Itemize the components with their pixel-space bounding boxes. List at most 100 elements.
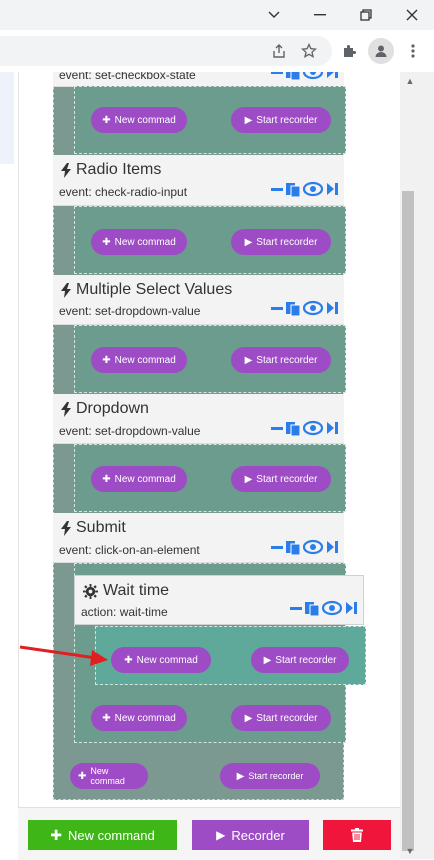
start-recorder-button[interactable]: ▶ Start recorder <box>231 347 331 373</box>
new-command-button[interactable]: ✚ New commad <box>111 647 211 673</box>
copy-icon[interactable] <box>305 600 319 616</box>
minus-icon[interactable] <box>271 420 283 436</box>
play-step-icon[interactable] <box>326 300 338 316</box>
lightning-icon <box>61 162 71 178</box>
play-step-icon[interactable] <box>326 420 338 436</box>
eye-icon[interactable] <box>303 420 323 436</box>
puzzle-icon[interactable] <box>336 38 362 64</box>
eye-icon[interactable] <box>303 181 323 197</box>
red-arrow-annotation <box>19 645 108 666</box>
new-command-button[interactable]: ✚ New commad <box>91 347 187 373</box>
tab-search-button[interactable] <box>252 0 296 30</box>
star-icon[interactable] <box>296 38 322 64</box>
lightning-icon <box>61 282 71 298</box>
page-scrollbar[interactable]: ▲ ▼ <box>400 72 434 859</box>
command-action: action: wait-time <box>81 605 168 619</box>
kebab-menu-icon[interactable] <box>400 38 426 64</box>
plus-icon: ✚ <box>102 236 111 248</box>
play-step-icon[interactable] <box>326 539 338 555</box>
minus-icon[interactable] <box>271 181 283 197</box>
plus-icon: ✚ <box>102 473 111 485</box>
command-title: Dropdown <box>61 400 149 418</box>
minimize-button[interactable] <box>298 0 342 30</box>
lightning-icon <box>61 401 71 417</box>
command-header-radio[interactable]: Radio Items event: check-radio-input <box>53 155 344 206</box>
start-recorder-button[interactable]: ▶ Start recorder <box>231 466 331 492</box>
command-body: ✚ New commad ▶ Start recorder <box>74 444 346 512</box>
close-icon <box>406 9 418 21</box>
minus-icon[interactable] <box>290 600 302 616</box>
command-body: ✚ New commad ▶ Start recorder <box>74 206 346 274</box>
new-command-main-button[interactable]: ✚ New command <box>28 820 177 850</box>
plus-icon: ✚ <box>124 654 133 666</box>
play-step-icon[interactable] <box>326 181 338 197</box>
gear-icon <box>83 583 98 599</box>
minimize-icon <box>314 14 326 16</box>
eye-icon[interactable] <box>303 72 323 80</box>
scroll-up-arrow-icon[interactable]: ▲ <box>403 74 417 88</box>
scroll-down-arrow-icon[interactable]: ▼ <box>403 844 417 858</box>
browser-toolbar <box>0 30 434 73</box>
copy-icon[interactable] <box>286 300 300 316</box>
recorder-main-button[interactable]: ▶ Recorder <box>192 820 309 850</box>
close-window-button[interactable] <box>390 0 434 30</box>
eye-icon[interactable] <box>303 300 323 316</box>
new-command-button[interactable]: ✚ New commad <box>91 107 187 133</box>
minus-icon[interactable] <box>271 72 283 80</box>
command-header-checkbox[interactable]: event: set-checkbox-state <box>53 72 344 87</box>
play-step-icon[interactable] <box>326 72 338 80</box>
nested-command-header-wait[interactable]: Wait time action: wait-time <box>74 575 364 625</box>
start-recorder-button[interactable]: ▶ Start recorder <box>231 705 331 731</box>
trash-icon <box>351 828 363 842</box>
new-command-button[interactable]: ✚ New commad <box>91 229 187 255</box>
profile-icon[interactable] <box>368 38 394 64</box>
play-icon: ▶ <box>244 236 253 248</box>
start-recorder-button[interactable]: ▶ Start recorder <box>231 229 331 255</box>
start-recorder-button[interactable]: ▶ Start recorder <box>220 763 320 789</box>
start-recorder-button[interactable]: ▶ Start recorder <box>231 107 331 133</box>
command-event: event: check-radio-input <box>59 185 188 199</box>
new-command-button[interactable]: ✚ New commad <box>91 466 187 492</box>
plus-icon: ✚ <box>102 712 111 724</box>
command-body: ✚ New commad ▶ Start recorder <box>74 325 346 393</box>
browser-titlebar <box>0 0 434 30</box>
command-header-dropdown[interactable]: Dropdown event: set-dropdown-value <box>53 394 344 444</box>
command-header-submit[interactable]: Submit event: click-on-an-element <box>53 513 344 563</box>
chevron-down-icon <box>268 11 280 18</box>
page-sidebar-edge <box>0 72 14 164</box>
eye-icon[interactable] <box>303 539 323 555</box>
start-recorder-button[interactable]: ▶ Start recorder <box>251 647 349 673</box>
new-command-button[interactable]: ✚ New commad <box>91 705 187 731</box>
restore-button[interactable] <box>344 0 388 30</box>
play-icon: ▶ <box>216 828 226 842</box>
command-actions <box>271 181 338 197</box>
restore-icon <box>360 9 372 21</box>
copy-icon[interactable] <box>286 539 300 555</box>
plus-icon: ✚ <box>102 114 111 126</box>
play-icon: ▶ <box>244 473 253 485</box>
minus-icon[interactable] <box>271 539 283 555</box>
play-icon: ▶ <box>236 770 245 782</box>
play-icon: ▶ <box>244 114 253 126</box>
copy-icon[interactable] <box>286 72 300 80</box>
copy-icon[interactable] <box>286 181 300 197</box>
new-command-button[interactable]: ✚ New commad <box>70 763 148 789</box>
command-title: Submit <box>61 519 126 537</box>
scrollbar-thumb[interactable] <box>402 191 414 851</box>
command-actions <box>271 300 338 316</box>
eye-icon[interactable] <box>322 600 342 616</box>
play-step-icon[interactable] <box>345 600 357 616</box>
play-icon: ▶ <box>263 654 272 666</box>
copy-icon[interactable] <box>286 420 300 436</box>
command-title: Multiple Select Values <box>61 281 232 299</box>
bottom-action-bar: ✚ New command ▶ Recorder <box>18 807 400 860</box>
command-event: event: set-dropdown-value <box>59 304 201 318</box>
play-icon: ▶ <box>244 354 253 366</box>
command-actions <box>271 539 338 555</box>
command-title: Radio Items <box>61 161 161 179</box>
delete-button[interactable] <box>323 820 391 850</box>
plus-icon: ✚ <box>102 354 111 366</box>
command-header-multiselect[interactable]: Multiple Select Values event: set-dropdo… <box>53 275 344 325</box>
share-icon[interactable] <box>266 38 292 64</box>
minus-icon[interactable] <box>271 300 283 316</box>
